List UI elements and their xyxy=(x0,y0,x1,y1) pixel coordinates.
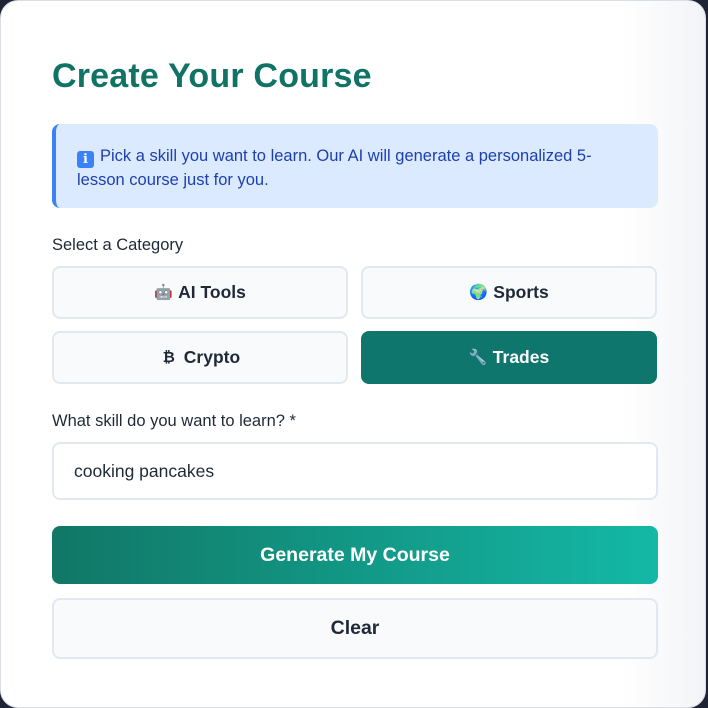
category-button-crypto[interactable]: ₿ Crypto xyxy=(52,331,348,384)
generate-course-button[interactable]: Generate My Course xyxy=(52,526,658,584)
info-text: Pick a skill you want to learn. Our AI w… xyxy=(77,147,592,189)
page-title: Create Your Course xyxy=(52,57,372,95)
category-button-label: Sports xyxy=(493,282,549,302)
course-card: Create Your Course i Pick a skill you wan… xyxy=(0,0,706,708)
category-button-sports[interactable]: 🌍 Sports xyxy=(361,266,657,319)
skill-input[interactable] xyxy=(52,442,658,500)
info-banner: i Pick a skill you want to learn. Our AI … xyxy=(52,124,658,208)
wrench-icon: 🔧 xyxy=(468,348,488,366)
category-button-trades[interactable]: 🔧 Trades xyxy=(361,331,657,384)
category-button-ai-tools[interactable]: 🤖 AI Tools xyxy=(52,266,348,319)
info-icon: i xyxy=(77,151,94,168)
category-button-label: AI Tools xyxy=(178,282,246,302)
category-label: Select a Category xyxy=(52,236,184,254)
robot-icon: 🤖 xyxy=(154,283,173,301)
category-button-label: Crypto xyxy=(183,347,241,367)
bitcoin-icon: ₿ xyxy=(162,348,175,366)
skill-label: What skill do you want to learn? * xyxy=(52,412,296,430)
category-button-label: Trades xyxy=(492,347,550,367)
globe-icon: 🌍 xyxy=(469,283,488,301)
clear-button[interactable]: Clear xyxy=(52,598,658,659)
